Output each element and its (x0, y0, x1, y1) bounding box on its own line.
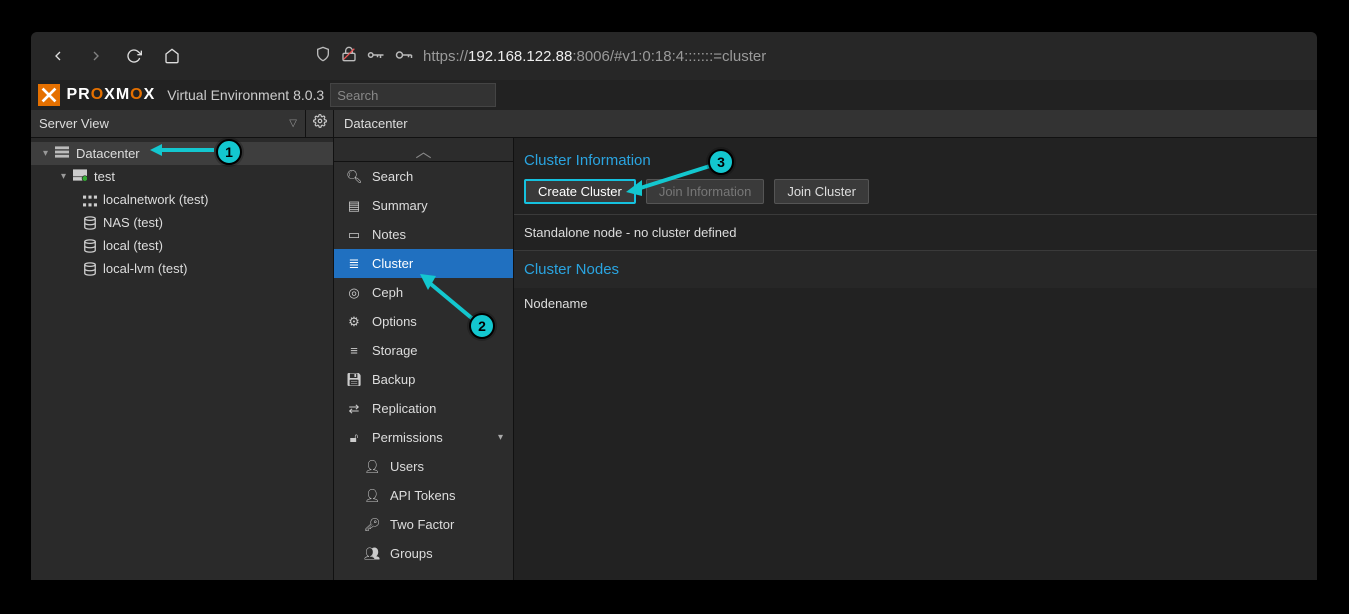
replication-icon: ⇄ (346, 401, 362, 417)
nav-search[interactable]: 🔍︎ Search (334, 162, 513, 191)
nav-reload-button[interactable] (119, 41, 149, 71)
nav-cluster[interactable]: ≣ Cluster (334, 249, 513, 278)
nav-users[interactable]: 👤︎ Users (334, 452, 513, 481)
version-label: Virtual Environment 8.0.3 (167, 87, 324, 103)
nav-groups[interactable]: 👥︎ Groups (334, 539, 513, 568)
tree-item-label: local-lvm (test) (103, 261, 188, 276)
node-icon (72, 169, 88, 184)
nav-two-factor[interactable]: 🔑︎ Two Factor (334, 510, 513, 539)
annotation-marker-3: 3 (708, 149, 734, 175)
caret-down-icon: ▾ (43, 148, 48, 159)
nav-permissions[interactable]: 🔓︎ Permissions ▾ (334, 423, 513, 452)
browser-chrome: https://192.168.122.88:8006/#v1:0:18:4::… (31, 32, 1317, 80)
collapse-nav-button[interactable]: ︿ (334, 138, 513, 162)
nav-label: Cluster (372, 256, 413, 271)
users-icon: 👥︎ (364, 546, 380, 562)
user-icon: 👤︎ (364, 459, 380, 475)
nav-back-button[interactable] (43, 41, 73, 71)
url-bar[interactable]: https://192.168.122.88:8006/#v1:0:18:4::… (315, 46, 766, 66)
tree-item-storage[interactable]: local-lvm (test) (31, 257, 333, 280)
key-icon: 🔑︎ (364, 517, 380, 533)
nav-label: Summary (372, 198, 428, 213)
logo-x-icon (37, 83, 61, 107)
annotation-marker-1: 1 (216, 139, 242, 165)
nav-label: Permissions (372, 430, 443, 445)
nav-label: Search (372, 169, 413, 184)
create-cluster-button[interactable]: Create Cluster (524, 179, 636, 204)
nav-replication[interactable]: ⇄ Replication (334, 394, 513, 423)
nav-label: Groups (390, 546, 433, 561)
database-icon (83, 215, 97, 231)
tree-item-label: test (94, 169, 115, 184)
tree-item-label: Datacenter (76, 146, 140, 161)
nav-notes[interactable]: ▭ Notes (334, 220, 513, 249)
nav-summary[interactable]: ▤ Summary (334, 191, 513, 220)
user-icon: 👤︎ (364, 488, 380, 504)
key-icon (395, 48, 413, 65)
cluster-status-text: Standalone node - no cluster defined (514, 215, 1317, 250)
join-cluster-button[interactable]: Join Cluster (774, 179, 869, 204)
top-search-input[interactable]: Search (330, 83, 496, 107)
annotation-marker-2: 2 (469, 313, 495, 339)
config-nav: ︿ 🔍︎ Search ▤ Summary ▭ Notes ≣ Cluster ◎ Cep… (334, 138, 514, 580)
tree-item-label: localnetwork (test) (103, 192, 208, 207)
breadcrumb: Datacenter (334, 110, 1317, 138)
tree-item-node[interactable]: ▾ test (31, 165, 333, 188)
url-text: https://192.168.122.88:8006/#v1:0:18:4::… (423, 48, 766, 65)
cluster-info-title: Cluster Information (514, 138, 1317, 179)
nav-label: Backup (372, 372, 415, 387)
view-selector[interactable]: Server View ▽ (31, 110, 305, 138)
nav-home-button[interactable] (157, 41, 187, 71)
nav-forward-button[interactable] (81, 41, 111, 71)
nav-label: Storage (372, 343, 418, 358)
tree-item-storage[interactable]: localnetwork (test) (31, 188, 333, 211)
tree-item-label: local (test) (103, 238, 163, 253)
chevron-down-icon: ▾ (498, 432, 503, 443)
logo-text: PROXMOX (61, 86, 155, 104)
database-icon (83, 238, 97, 254)
unlock-icon: 🔓︎ (346, 430, 362, 446)
save-icon: 💾︎ (346, 372, 362, 388)
network-icon (83, 192, 97, 207)
content-panel: Cluster Information Create Cluster Join … (514, 138, 1317, 580)
nav-label: Notes (372, 227, 406, 242)
cluster-icon: ≣ (346, 256, 362, 272)
chevron-up-icon: ︿ (415, 138, 431, 162)
shield-icon (315, 46, 331, 66)
caret-down-icon: ▾ (61, 171, 66, 182)
nodename-column-header: Nodename (514, 288, 1317, 319)
tree-item-label: NAS (test) (103, 215, 163, 230)
nav-storage[interactable]: ≡ Storage (334, 336, 513, 365)
lock-warn-icon (341, 46, 357, 66)
nav-backup[interactable]: 💾︎ Backup (334, 365, 513, 394)
tree-item-datacenter[interactable]: ▾ Datacenter (31, 142, 333, 165)
gear-icon (313, 114, 327, 133)
nav-api-tokens[interactable]: 👤︎ API Tokens (334, 481, 513, 510)
nav-label: Replication (372, 401, 436, 416)
ceph-icon: ◎ (346, 285, 362, 301)
database-icon (83, 261, 97, 277)
view-selector-label: Server View (39, 116, 109, 131)
tree-settings-button[interactable] (305, 110, 333, 138)
book-icon: ▤ (346, 198, 362, 214)
permissions-icon (367, 48, 385, 65)
app-topbar: PROXMOX Virtual Environment 8.0.3 Search (31, 80, 1317, 110)
nav-label: Users (390, 459, 424, 474)
gear-icon: ⚙ (346, 314, 362, 330)
nav-ceph[interactable]: ◎ Ceph (334, 278, 513, 307)
tree-item-storage[interactable]: NAS (test) (31, 211, 333, 234)
nav-label: API Tokens (390, 488, 456, 503)
join-information-button: Join Information (646, 179, 765, 204)
app-logo[interactable]: PROXMOX (31, 80, 161, 110)
nav-label: Options (372, 314, 417, 329)
server-icon (54, 146, 70, 161)
chevron-down-icon: ▽ (289, 118, 297, 129)
note-icon: ▭ (346, 227, 362, 243)
database-icon: ≡ (346, 343, 362, 358)
cluster-nodes-title: Cluster Nodes (514, 250, 1317, 288)
nav-label: Two Factor (390, 517, 454, 532)
nav-label: Ceph (372, 285, 403, 300)
tree-item-storage[interactable]: local (test) (31, 234, 333, 257)
search-icon: 🔍︎ (346, 169, 362, 185)
